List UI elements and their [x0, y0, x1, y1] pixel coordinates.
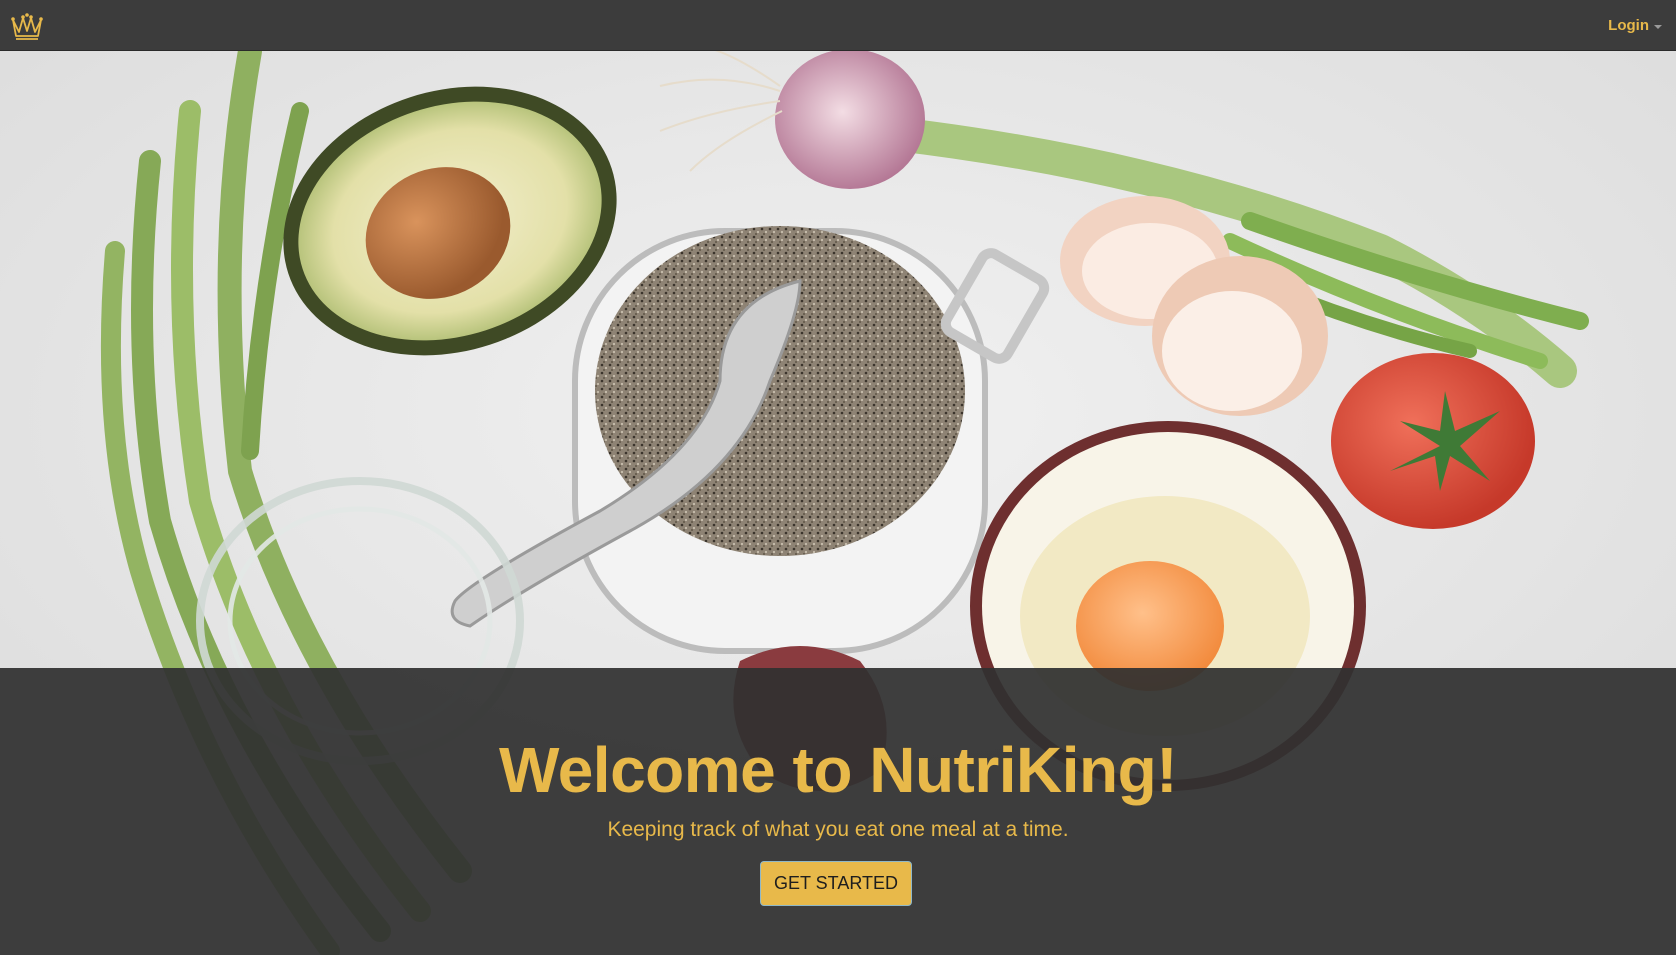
- crown-icon[interactable]: [10, 12, 44, 42]
- landing-page: Login Welcome to NutriKing! Keeping trac…: [0, 0, 1676, 955]
- caret-down-icon: [1654, 24, 1662, 29]
- login-dropdown[interactable]: Login: [1608, 17, 1662, 34]
- get-started-button[interactable]: GET STARTED: [760, 861, 912, 906]
- hero-tagline: Keeping track of what you eat one meal a…: [607, 818, 1069, 841]
- login-label: Login: [1608, 17, 1649, 34]
- top-navbar: Login: [0, 0, 1676, 51]
- hero-overlay: [0, 668, 1676, 955]
- hero-headline: Welcome to NutriKing!: [498, 734, 1178, 806]
